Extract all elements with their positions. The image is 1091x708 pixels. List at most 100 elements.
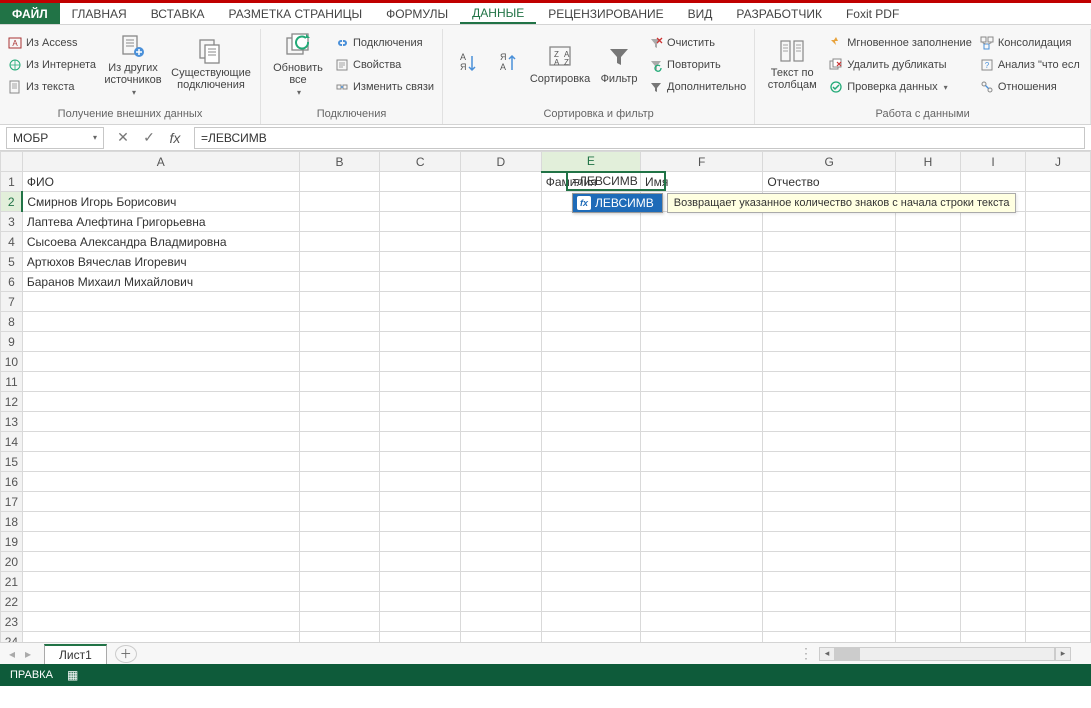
cell-C2[interactable] xyxy=(380,192,461,212)
sheet-tab[interactable]: Лист1 xyxy=(44,644,107,664)
cell-G11[interactable] xyxy=(763,372,896,392)
tab-review[interactable]: РЕЦЕНЗИРОВАНИЕ xyxy=(536,3,675,24)
row-header-13[interactable]: 13 xyxy=(1,412,23,432)
cell-B10[interactable] xyxy=(299,352,380,372)
cell-A10[interactable] xyxy=(22,352,299,372)
cell-B12[interactable] xyxy=(299,392,380,412)
reapply-button[interactable]: Повторить xyxy=(647,55,748,75)
cell-J11[interactable] xyxy=(1025,372,1090,392)
cell-D20[interactable] xyxy=(461,552,542,572)
cell-C10[interactable] xyxy=(380,352,461,372)
cell-G14[interactable] xyxy=(763,432,896,452)
cell-I21[interactable] xyxy=(961,572,1026,592)
row-header-11[interactable]: 11 xyxy=(1,372,23,392)
cell-F8[interactable] xyxy=(640,312,762,332)
cell-J19[interactable] xyxy=(1025,532,1090,552)
cell-F6[interactable] xyxy=(640,272,762,292)
cell-H8[interactable] xyxy=(896,312,961,332)
cell-H3[interactable] xyxy=(896,212,961,232)
cell-C9[interactable] xyxy=(380,332,461,352)
cell-F13[interactable] xyxy=(640,412,762,432)
cell-J10[interactable] xyxy=(1025,352,1090,372)
cell-I5[interactable] xyxy=(961,252,1026,272)
cell-I3[interactable] xyxy=(961,212,1026,232)
cell-E14[interactable] xyxy=(541,432,640,452)
cell-A17[interactable] xyxy=(22,492,299,512)
column-header-H[interactable]: H xyxy=(896,152,961,172)
cell-G1[interactable]: Отчество xyxy=(763,172,896,192)
row-header-17[interactable]: 17 xyxy=(1,492,23,512)
row-header-10[interactable]: 10 xyxy=(1,352,23,372)
cell-B7[interactable] xyxy=(299,292,380,312)
cell-F16[interactable] xyxy=(640,472,762,492)
cell-A20[interactable] xyxy=(22,552,299,572)
cell-E24[interactable] xyxy=(541,632,640,643)
cell-A23[interactable] xyxy=(22,612,299,632)
cell-I19[interactable] xyxy=(961,532,1026,552)
cell-I22[interactable] xyxy=(961,592,1026,612)
cell-H16[interactable] xyxy=(896,472,961,492)
cell-H12[interactable] xyxy=(896,392,961,412)
cell-G24[interactable] xyxy=(763,632,896,643)
spreadsheet-grid[interactable]: ABCDEFGHIJ1ФИОФамилияИмяОтчество2Смирнов… xyxy=(0,151,1091,642)
cell-E18[interactable] xyxy=(541,512,640,532)
tab-file[interactable]: ФАЙЛ xyxy=(0,3,60,24)
formula-input[interactable]: =ЛЕВСИМВ xyxy=(194,127,1085,149)
what-if-button[interactable]: ? Анализ "что есл xyxy=(978,55,1082,75)
cell-B11[interactable] xyxy=(299,372,380,392)
row-header-9[interactable]: 9 xyxy=(1,332,23,352)
cell-I20[interactable] xyxy=(961,552,1026,572)
cell-A2[interactable]: Смирнов Игорь Борисович xyxy=(22,192,299,212)
refresh-all-button[interactable]: Обновить все ▾ xyxy=(267,29,329,99)
row-header-4[interactable]: 4 xyxy=(1,232,23,252)
cell-J23[interactable] xyxy=(1025,612,1090,632)
row-header-24[interactable]: 24 xyxy=(1,632,23,643)
column-header-F[interactable]: F xyxy=(640,152,762,172)
cell-J8[interactable] xyxy=(1025,312,1090,332)
cell-C20[interactable] xyxy=(380,552,461,572)
autocomplete-list[interactable]: fx ЛЕВСИМВ xyxy=(572,193,663,213)
relationships-button[interactable]: Отношения xyxy=(978,77,1082,97)
cell-C19[interactable] xyxy=(380,532,461,552)
row-header-2[interactable]: 2 xyxy=(1,192,23,212)
cell-D5[interactable] xyxy=(461,252,542,272)
cell-B2[interactable] xyxy=(299,192,380,212)
cell-H22[interactable] xyxy=(896,592,961,612)
cell-G20[interactable] xyxy=(763,552,896,572)
cell-G10[interactable] xyxy=(763,352,896,372)
cell-G6[interactable] xyxy=(763,272,896,292)
cell-E7[interactable] xyxy=(541,292,640,312)
cell-H10[interactable] xyxy=(896,352,961,372)
from-access-button[interactable]: A Из Access xyxy=(6,33,98,53)
cell-J16[interactable] xyxy=(1025,472,1090,492)
cell-I14[interactable] xyxy=(961,432,1026,452)
cell-D24[interactable] xyxy=(461,632,542,643)
cell-E16[interactable] xyxy=(541,472,640,492)
cell-J24[interactable] xyxy=(1025,632,1090,643)
flash-fill-button[interactable]: Мгновенное заполнение xyxy=(827,33,974,53)
cell-D11[interactable] xyxy=(461,372,542,392)
cell-F10[interactable] xyxy=(640,352,762,372)
cell-D9[interactable] xyxy=(461,332,542,352)
clear-filter-button[interactable]: Очистить xyxy=(647,33,748,53)
cell-B3[interactable] xyxy=(299,212,380,232)
cell-B20[interactable] xyxy=(299,552,380,572)
cell-F7[interactable] xyxy=(640,292,762,312)
cell-H17[interactable] xyxy=(896,492,961,512)
row-header-21[interactable]: 21 xyxy=(1,572,23,592)
cell-E9[interactable] xyxy=(541,332,640,352)
cell-E5[interactable] xyxy=(541,252,640,272)
cell-B1[interactable] xyxy=(299,172,380,192)
cell-F23[interactable] xyxy=(640,612,762,632)
cell-I4[interactable] xyxy=(961,232,1026,252)
cell-E4[interactable] xyxy=(541,232,640,252)
cell-H20[interactable] xyxy=(896,552,961,572)
cell-H9[interactable] xyxy=(896,332,961,352)
cell-C5[interactable] xyxy=(380,252,461,272)
cell-G7[interactable] xyxy=(763,292,896,312)
row-header-1[interactable]: 1 xyxy=(1,172,23,192)
cell-I23[interactable] xyxy=(961,612,1026,632)
cell-G9[interactable] xyxy=(763,332,896,352)
cell-B5[interactable] xyxy=(299,252,380,272)
cell-G16[interactable] xyxy=(763,472,896,492)
